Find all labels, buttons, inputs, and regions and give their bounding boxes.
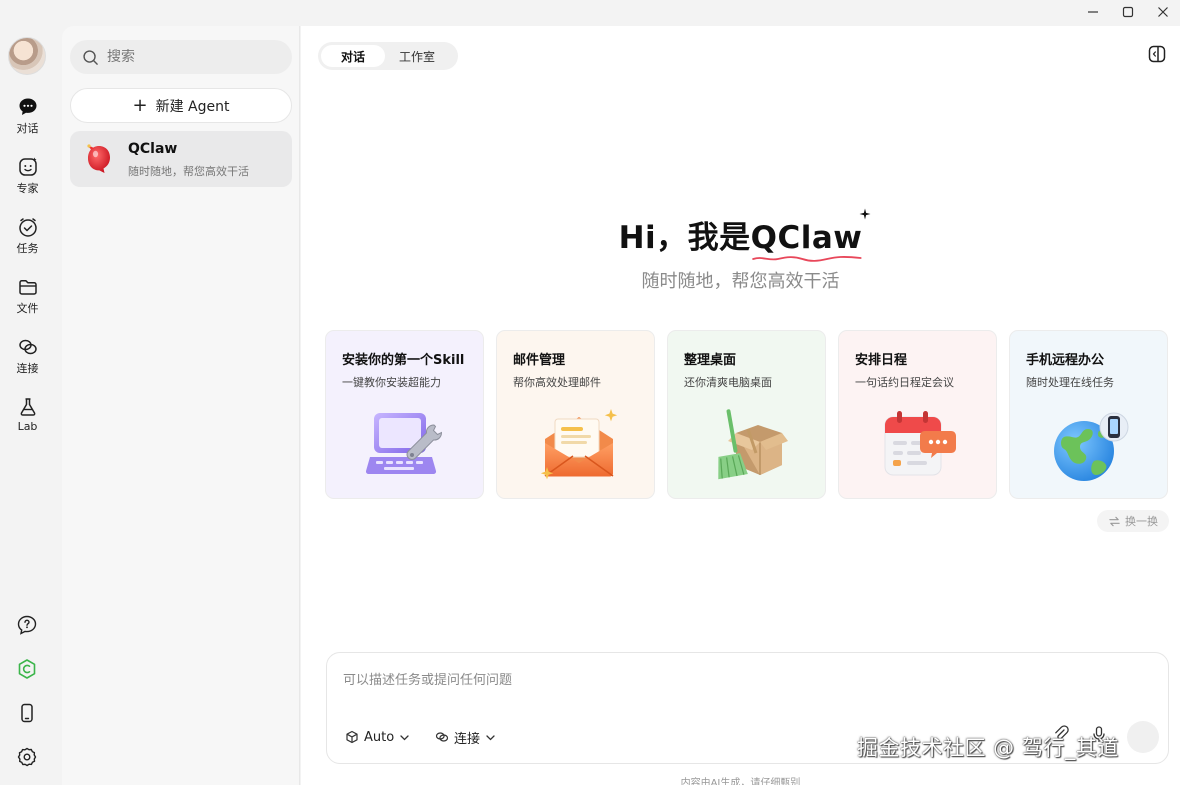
suggestion-cards: 安装你的第一个Skill 一键教你安装超能力 邮件管理 帮你高效处理邮件 整理桌… bbox=[325, 330, 1169, 500]
task-check-icon bbox=[18, 218, 37, 237]
prompt-input[interactable] bbox=[343, 669, 1123, 709]
refresh-button[interactable]: 换一换 bbox=[1097, 510, 1169, 532]
sidebar: + 新建 Agent QClaw 随时随地，帮您高效干活 bbox=[62, 26, 300, 785]
maximize-icon bbox=[1122, 6, 1133, 18]
minimize-button[interactable] bbox=[1075, 0, 1110, 24]
globe-phone-icon bbox=[1054, 412, 1129, 481]
minimize-icon bbox=[1087, 11, 1098, 13]
card-subtitle: 随时处理在线任务 bbox=[1026, 376, 1114, 389]
mode-tabs: 对话 工作室 bbox=[318, 42, 458, 70]
box-broom-icon bbox=[718, 409, 788, 480]
plus-icon: + bbox=[132, 94, 148, 116]
envelope-icon bbox=[540, 409, 618, 480]
new-agent-label: 新建 Agent bbox=[155, 98, 230, 115]
chevron-down-icon bbox=[400, 734, 409, 740]
card-title: 安装你的第一个Skill bbox=[342, 353, 465, 368]
rail-item-label: 专家 bbox=[16, 182, 39, 195]
refresh-label: 换一换 bbox=[1125, 515, 1158, 528]
avatar[interactable] bbox=[8, 37, 46, 75]
card-email-management[interactable]: 邮件管理 帮你高效处理邮件 bbox=[496, 330, 655, 499]
window-controls bbox=[1075, 0, 1180, 26]
search-input[interactable] bbox=[107, 49, 287, 65]
rail-item-label: 连接 bbox=[16, 362, 39, 375]
connect-label: 连接 bbox=[454, 731, 481, 747]
card-schedule[interactable]: 安排日程 一句话约日程定会议 bbox=[838, 330, 997, 499]
claw-logo-icon[interactable] bbox=[16, 658, 38, 680]
rail-item-label: 任务 bbox=[16, 242, 39, 255]
swap-icon bbox=[1109, 516, 1120, 526]
rail-item-label: Lab bbox=[17, 420, 38, 433]
rail-item-expert[interactable]: 专家 bbox=[0, 156, 55, 204]
send-button[interactable] bbox=[1127, 721, 1159, 753]
hero-greeting: Hi，我是 bbox=[618, 220, 751, 256]
agent-name: QClaw bbox=[128, 141, 178, 157]
connect-selector[interactable]: 连接 bbox=[435, 726, 496, 748]
link-icon bbox=[18, 339, 37, 355]
hero-title: Hi，我是QClaw bbox=[301, 212, 1180, 262]
link-icon bbox=[435, 732, 449, 742]
help-icon[interactable] bbox=[16, 614, 38, 636]
phone-icon[interactable] bbox=[16, 702, 38, 724]
rail-item-chat[interactable]: 对话 bbox=[0, 96, 55, 144]
hero-subtitle: 随时随地，帮您高效干活 bbox=[641, 271, 840, 292]
maximize-button[interactable] bbox=[1110, 0, 1145, 24]
squiggle-underline bbox=[751, 256, 862, 262]
laptop-wrench-icon bbox=[366, 413, 443, 474]
cube-icon bbox=[346, 730, 358, 744]
chevron-down-icon bbox=[486, 734, 495, 740]
hero-brand: QClaw bbox=[750, 220, 863, 262]
chat-bubble-icon bbox=[19, 98, 36, 115]
agent-description: 随时随地，帮您高效干活 bbox=[128, 165, 249, 178]
rail-item-lab[interactable]: Lab bbox=[0, 396, 55, 444]
model-label: Auto bbox=[364, 729, 395, 745]
expert-face-icon bbox=[18, 157, 37, 176]
close-icon bbox=[1157, 7, 1168, 17]
left-rail: 对话 专家 任务 文件 连接 Lab bbox=[0, 26, 62, 785]
search-box[interactable] bbox=[70, 40, 292, 74]
rail-item-files[interactable]: 文件 bbox=[0, 276, 55, 324]
model-selector[interactable]: Auto bbox=[345, 726, 410, 748]
card-organize-desktop[interactable]: 整理桌面 还你清爽电脑桌面 bbox=[667, 330, 826, 499]
card-title: 手机远程办公 bbox=[1026, 353, 1105, 368]
hero-brand-text: QClaw bbox=[750, 220, 863, 256]
flask-icon bbox=[20, 398, 35, 416]
sparkle-icon bbox=[859, 208, 871, 220]
calendar-chat-icon bbox=[884, 411, 956, 476]
tab-chat[interactable]: 对话 bbox=[321, 45, 385, 67]
card-subtitle: 一键教你安装超能力 bbox=[342, 376, 441, 389]
settings-icon[interactable] bbox=[16, 746, 38, 768]
watermark: 掘金技术社区 @ 驾行_其道 bbox=[857, 736, 1119, 760]
card-install-skill[interactable]: 安装你的第一个Skill 一键教你安装超能力 bbox=[325, 330, 484, 499]
card-subtitle: 一句话约日程定会议 bbox=[855, 376, 954, 389]
search-icon bbox=[83, 49, 98, 65]
panel-toggle-icon[interactable] bbox=[1147, 44, 1167, 64]
main-panel: 对话 工作室 Hi，我是QClaw 随时随地，帮您高效干活 安装你的第一个Ski… bbox=[301, 26, 1180, 785]
rail-item-label: 文件 bbox=[16, 302, 39, 315]
card-subtitle: 还你清爽电脑桌面 bbox=[684, 376, 772, 389]
title-bar bbox=[0, 0, 1180, 26]
card-title: 安排日程 bbox=[855, 353, 908, 368]
close-button[interactable] bbox=[1145, 0, 1180, 24]
rail-item-tasks[interactable]: 任务 bbox=[0, 216, 55, 264]
card-subtitle: 帮你高效处理邮件 bbox=[513, 376, 601, 389]
agent-item-qclaw[interactable]: QClaw 随时随地，帮您高效干活 bbox=[70, 131, 292, 187]
qclaw-logo-icon bbox=[87, 144, 110, 173]
tab-studio[interactable]: 工作室 bbox=[385, 45, 449, 67]
rail-item-connect[interactable]: 连接 bbox=[0, 336, 55, 384]
card-title: 整理桌面 bbox=[684, 353, 737, 368]
card-title: 邮件管理 bbox=[513, 353, 566, 368]
rail-item-label: 对话 bbox=[16, 122, 39, 135]
new-agent-button[interactable]: + 新建 Agent bbox=[70, 88, 292, 123]
folder-icon bbox=[18, 279, 37, 295]
ai-disclaimer: 内容由AI生成，请仔细甄别 bbox=[680, 778, 801, 785]
card-mobile-office[interactable]: 手机远程办公 随时处理在线任务 bbox=[1009, 330, 1168, 499]
